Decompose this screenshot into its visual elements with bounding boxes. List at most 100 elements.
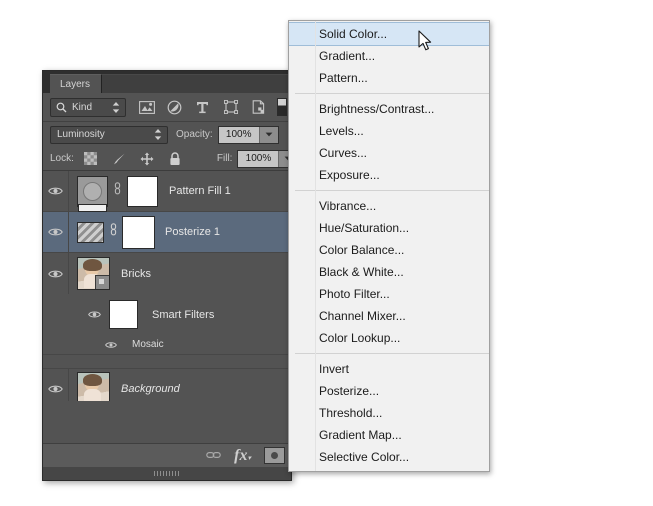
menu-item-selective-color[interactable]: Selective Color... [289,446,489,468]
layer-filter-row: Kind [43,93,291,122]
chevron-up-down-icon[interactable] [154,128,162,141]
layer-name[interactable]: Posterize 1 [165,226,220,238]
layer-thumbnails [69,176,158,207]
filter-type-icons [139,99,267,115]
smart-object-filter-icon[interactable] [251,99,267,115]
adjustment-layer-filter-icon[interactable] [167,99,183,115]
layer-mask-thumbnail[interactable] [127,176,158,207]
opacity-field[interactable]: 100% [218,126,279,144]
layer-thumbnails [69,372,110,401]
link-layers-button[interactable] [206,447,221,465]
grip-dots-icon [154,471,180,476]
menu-item-hue-saturation[interactable]: Hue/Saturation... [289,217,489,239]
layer-thumbnails [69,217,154,248]
lock-image-pixels-icon[interactable] [111,151,127,167]
filter-kind-label: Kind [72,102,112,113]
pattern-fill-thumbnail[interactable] [77,176,108,207]
menu-item-exposure[interactable]: Exposure... [289,164,489,186]
menu-item-gradient[interactable]: Gradient... [289,45,489,67]
new-fill-adjustment-layer-menu[interactable]: Solid Color... Gradient... Pattern... Br… [288,20,490,472]
link-mask-icon[interactable] [113,182,122,200]
smart-filter-mask-thumbnail[interactable] [109,300,138,329]
layer-row-background[interactable]: Background [43,368,291,401]
smart-filters-row[interactable]: Smart Filters [43,294,291,335]
menu-item-threshold[interactable]: Threshold... [289,402,489,424]
lock-transparent-pixels-icon[interactable] [83,151,99,167]
menu-item-black-and-white[interactable]: Black & White... [289,261,489,283]
screenshot-root: Layers Kind [0,0,653,506]
opacity-label: Opacity: [176,129,213,140]
layer-row-posterize[interactable]: Posterize 1 [43,212,291,253]
layers-panel: Layers Kind [42,70,292,481]
eye-icon [48,186,63,196]
lock-row: Lock: [43,147,291,171]
chevron-up-down-icon[interactable] [112,101,120,114]
type-layer-filter-icon[interactable] [195,99,211,115]
eye-icon [105,341,117,349]
layer-mask-thumbnail-selected[interactable] [123,217,154,248]
menu-item-photo-filter[interactable]: Photo Filter... [289,283,489,305]
posterize-adjustment-thumbnail[interactable] [77,222,104,243]
menu-item-channel-mixer[interactable]: Channel Mixer... [289,305,489,327]
shape-layer-filter-icon[interactable] [223,99,239,115]
eye-icon [48,269,63,279]
menu-item-vibrance[interactable]: Vibrance... [289,195,489,217]
layer-list[interactable]: Pattern Fill 1 [43,171,291,401]
mosaic-visibility-toggle[interactable] [43,341,124,349]
layer-row-pattern-fill[interactable]: Pattern Fill 1 [43,171,291,212]
menu-item-gradient-map[interactable]: Gradient Map... [289,424,489,446]
layer-visibility-toggle[interactable] [43,212,69,252]
filter-name-mosaic[interactable]: Mosaic [132,339,164,350]
add-layer-mask-button[interactable] [264,447,285,464]
layer-name[interactable]: Pattern Fill 1 [169,185,231,197]
background-layer-thumbnail[interactable] [77,372,110,401]
menu-separator [295,190,489,191]
opacity-dropdown-arrow[interactable] [259,127,278,143]
filter-enable-toggle[interactable] [277,98,287,116]
filter-kind-select[interactable]: Kind [50,98,126,117]
lock-all-icon[interactable] [167,151,183,167]
blend-mode-select[interactable]: Luminosity [50,126,168,144]
menu-item-posterize[interactable]: Posterize... [289,380,489,402]
menu-separator [295,353,489,354]
layer-visibility-toggle[interactable] [43,369,69,401]
layer-thumbnails [69,257,110,290]
layer-name[interactable]: Background [121,383,180,395]
layer-visibility-toggle[interactable] [43,171,69,211]
bricks-layer-thumbnail[interactable] [77,257,110,290]
layer-visibility-toggle[interactable] [43,253,69,294]
lock-label: Lock: [50,153,74,164]
smart-filters-visibility-toggle[interactable] [43,310,109,319]
lock-icons [83,151,183,167]
menu-item-color-balance[interactable]: Color Balance... [289,239,489,261]
opacity-value[interactable]: 100% [219,129,259,140]
layer-name[interactable]: Bricks [121,268,151,280]
layer-row-bricks[interactable]: Bricks [43,253,291,294]
tab-bar-filler [102,74,291,93]
panel-tab-bar: Layers [43,71,291,93]
blend-mode-row: Luminosity Opacity: 100% [43,122,291,147]
menu-item-color-lookup[interactable]: Color Lookup... [289,327,489,349]
menu-item-curves[interactable]: Curves... [289,142,489,164]
fill-value[interactable]: 100% [238,153,278,164]
eye-icon [88,310,101,319]
layer-list-gap [43,355,291,368]
pixel-layer-filter-icon[interactable] [139,99,155,115]
search-icon [56,102,67,113]
link-mask-icon[interactable] [109,223,118,241]
smart-filters-label: Smart Filters [152,309,214,321]
tab-layers[interactable]: Layers [50,74,102,93]
panel-resize-grip[interactable] [43,467,291,480]
mouse-pointer-arrow [418,30,433,57]
fill-label: Fill: [217,153,233,164]
menu-item-pattern[interactable]: Pattern... [289,67,489,89]
menu-item-invert[interactable]: Invert [289,358,489,380]
menu-item-brightness-contrast[interactable]: Brightness/Contrast... [289,98,489,120]
menu-item-levels[interactable]: Levels... [289,120,489,142]
menu-separator [295,93,489,94]
menu-item-solid-color[interactable]: Solid Color... [289,22,489,46]
eye-icon [48,227,63,237]
lock-position-icon[interactable] [139,151,155,167]
layer-style-fx-button[interactable]: fx▾ [234,447,251,465]
filter-row-mosaic[interactable]: Mosaic [43,335,291,355]
